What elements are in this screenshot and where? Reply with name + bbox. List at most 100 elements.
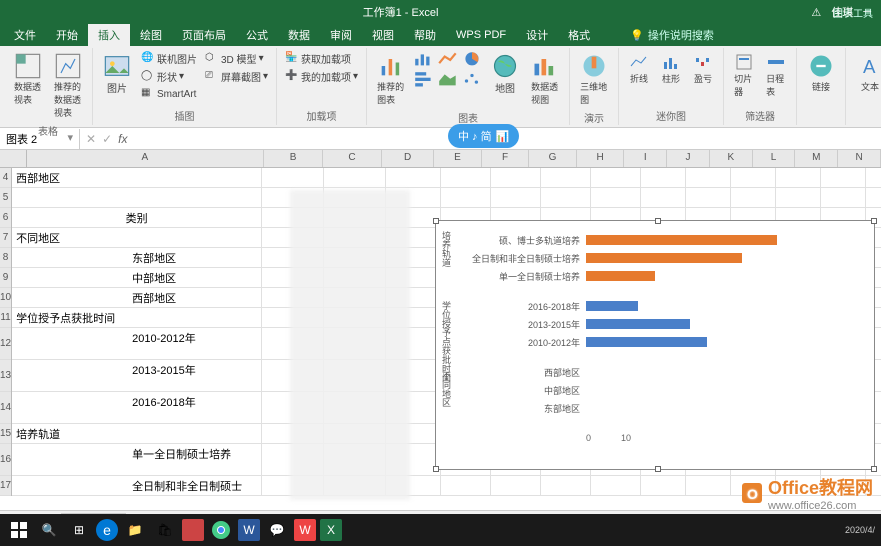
recommended-charts-button[interactable]: 推荐的图表 — [373, 50, 409, 108]
cell[interactable]: 学位授予点获批时间 — [12, 308, 262, 328]
shapes-button[interactable]: ◯形状 ▾ — [139, 68, 199, 85]
cell[interactable]: 2010-2012年 — [12, 328, 262, 360]
cell[interactable] — [686, 188, 731, 208]
cell[interactable] — [641, 476, 686, 496]
screenshot-button[interactable]: ⎚屏幕截图 ▾ — [203, 68, 270, 85]
cell[interactable] — [591, 476, 641, 496]
cell[interactable] — [731, 188, 776, 208]
cell[interactable]: 2016-2018年 — [12, 392, 262, 424]
col-header-H[interactable]: H — [577, 150, 625, 167]
maps-button[interactable]: 地图 — [487, 50, 523, 108]
cell[interactable] — [776, 168, 821, 188]
sparkline-column-button[interactable]: 柱形 — [657, 50, 685, 87]
row-header[interactable]: 16 — [0, 444, 11, 476]
cell[interactable] — [821, 168, 866, 188]
tab-view[interactable]: 视图 — [362, 24, 404, 46]
store-icon[interactable]: 🛍 — [152, 517, 178, 543]
chart-bar[interactable] — [586, 319, 690, 329]
text-button[interactable]: A文本 — [852, 50, 881, 95]
column-chart-icon[interactable] — [413, 50, 435, 68]
row-header[interactable]: 8 — [0, 248, 11, 268]
cell[interactable] — [541, 188, 591, 208]
cell[interactable] — [441, 168, 491, 188]
chart-bar[interactable] — [586, 337, 707, 347]
cell[interactable] — [541, 476, 591, 496]
cell[interactable] — [776, 188, 821, 208]
col-header-E[interactable]: E — [434, 150, 482, 167]
row-header[interactable]: 17 — [0, 476, 11, 496]
row-header[interactable]: 10 — [0, 288, 11, 308]
pictures-button[interactable]: 图片 — [99, 50, 135, 102]
link-button[interactable]: 链接 — [803, 50, 839, 95]
cell[interactable] — [12, 188, 262, 208]
excel-icon[interactable]: X — [320, 519, 342, 541]
cell[interactable] — [641, 188, 686, 208]
row-header[interactable]: 13 — [0, 360, 11, 392]
row-header[interactable]: 4 — [0, 168, 11, 188]
col-header-N[interactable]: N — [838, 150, 881, 167]
tab-file[interactable]: 文件 — [4, 24, 46, 46]
area-chart-icon[interactable] — [437, 70, 459, 88]
timeline-button[interactable]: 日程表 — [762, 50, 790, 100]
cell[interactable]: 2013-2015年 — [12, 360, 262, 392]
chart-bar[interactable] — [586, 235, 777, 245]
cell[interactable] — [491, 476, 541, 496]
cell[interactable] — [441, 188, 491, 208]
row-header[interactable]: 6 — [0, 208, 11, 228]
chart-bar[interactable] — [586, 301, 638, 311]
tab-data[interactable]: 数据 — [278, 24, 320, 46]
worksheet[interactable]: A B C D E F G H I J K L M N 456789101112… — [0, 150, 881, 510]
row-header[interactable]: 12 — [0, 328, 11, 360]
cell[interactable] — [541, 168, 591, 188]
cell[interactable] — [866, 188, 881, 208]
col-header-G[interactable]: G — [529, 150, 577, 167]
row-header[interactable]: 11 — [0, 308, 11, 328]
tab-help[interactable]: 帮助 — [404, 24, 446, 46]
cell[interactable] — [686, 476, 731, 496]
col-header-I[interactable]: I — [624, 150, 667, 167]
select-all-corner[interactable] — [0, 150, 27, 168]
explorer-icon[interactable]: 📁 — [122, 517, 148, 543]
enter-icon[interactable]: ✓ — [102, 132, 112, 146]
tab-design[interactable]: 设计 — [516, 24, 558, 46]
cell[interactable]: 不同地区 — [12, 228, 262, 248]
cell[interactable] — [591, 168, 641, 188]
col-header-A[interactable]: A — [27, 150, 264, 167]
line-chart-icon[interactable] — [437, 50, 459, 68]
taskbar-clock[interactable]: 2020/4/ — [845, 525, 875, 535]
smartart-button[interactable]: ▦SmartArt — [139, 86, 199, 102]
cell[interactable]: 东部地区 — [12, 248, 262, 268]
row-header[interactable]: 9 — [0, 268, 11, 288]
wechat-icon[interactable]: 💬 — [264, 517, 290, 543]
cell[interactable] — [441, 476, 491, 496]
chart-bar[interactable] — [586, 253, 742, 263]
cell[interactable] — [324, 168, 386, 188]
col-header-L[interactable]: L — [753, 150, 796, 167]
fx-icon[interactable]: fx — [118, 132, 127, 146]
slicer-button[interactable]: 切片器 — [730, 50, 758, 100]
get-addins-button[interactable]: 🏪获取加载项 — [283, 50, 360, 67]
chevron-down-icon[interactable]: ▾ — [67, 131, 73, 144]
bar-chart-icon[interactable] — [413, 70, 435, 88]
cell[interactable]: 培养轨道 — [12, 424, 262, 444]
cell[interactable] — [386, 168, 441, 188]
cell[interactable]: 类别 — [12, 208, 262, 228]
pivot-table-button[interactable]: 数据透视表 — [10, 50, 46, 121]
tell-me-search[interactable]: 💡 操作说明搜索 — [630, 27, 714, 43]
cell[interactable] — [866, 168, 881, 188]
tab-formula[interactable]: 公式 — [236, 24, 278, 46]
sparkline-line-button[interactable]: 折线 — [625, 50, 653, 87]
chrome-icon[interactable] — [208, 517, 234, 543]
cell[interactable]: 单一全日制硕士培养 — [12, 444, 262, 476]
scatter-chart-icon[interactable] — [461, 70, 483, 88]
sparkline-winloss-button[interactable]: 盈亏 — [689, 50, 717, 87]
word-icon[interactable]: W — [238, 519, 260, 541]
tab-wps[interactable]: WPS PDF — [446, 26, 516, 44]
cell[interactable]: 西部地区 — [12, 168, 262, 188]
map3d-button[interactable]: 三维地图 — [576, 50, 612, 108]
cell[interactable] — [686, 168, 731, 188]
tab-review[interactable]: 审阅 — [320, 24, 362, 46]
cell[interactable] — [491, 168, 541, 188]
cell[interactable] — [641, 168, 686, 188]
col-header-M[interactable]: M — [795, 150, 838, 167]
